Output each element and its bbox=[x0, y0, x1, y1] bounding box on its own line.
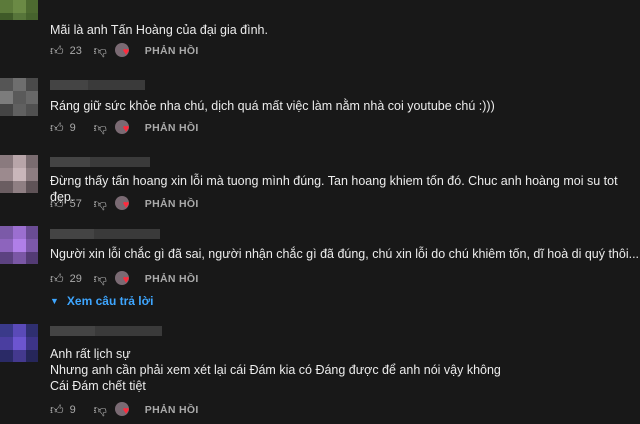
avatar[interactable] bbox=[0, 226, 38, 264]
like-count: 9 bbox=[69, 122, 76, 134]
heart-icon: ♥ bbox=[122, 199, 130, 211]
creator-heart: ♥ bbox=[114, 120, 135, 136]
creator-heart: ♥ bbox=[114, 43, 135, 59]
avatar[interactable] bbox=[0, 155, 38, 193]
reply-button[interactable]: PHẢN HỒI bbox=[145, 45, 199, 57]
comment-actions: 👍︎ 23 👎︎ ♥ PHẢN HỒI bbox=[50, 43, 199, 59]
comment-actions: 👍︎ 29 👎︎ ♥ PHẢN HỒI bbox=[50, 271, 199, 287]
comment-text: Người xin lỗi chắc gì đã sai, người nhận… bbox=[50, 247, 640, 261]
reply-button[interactable]: PHẢN HỒI bbox=[145, 404, 199, 416]
view-replies-button[interactable]: ▼ Xem câu trả lời bbox=[50, 294, 154, 308]
comment-text: Mãi là anh Tấn Hoàng của đại gia đình. bbox=[50, 23, 268, 37]
thumbs-down-icon[interactable]: 👎︎ bbox=[94, 120, 107, 136]
thumbs-down-icon[interactable]: 👎︎ bbox=[94, 43, 107, 59]
thumbs-up-icon[interactable]: 👍︎ bbox=[50, 120, 64, 136]
creator-heart: ♥ bbox=[114, 402, 135, 418]
thumbs-up-icon[interactable]: 👍︎ bbox=[50, 196, 64, 212]
author-name[interactable] bbox=[50, 157, 150, 167]
like-count: 57 bbox=[69, 198, 82, 210]
thumbs-up-icon[interactable]: 👍︎ bbox=[50, 43, 64, 59]
creator-heart: ♥ bbox=[114, 271, 135, 287]
thumbs-down-icon[interactable]: 👎︎ bbox=[94, 196, 107, 212]
comment-text: Anh rất lịch sự Nhưng anh cần phải xem x… bbox=[50, 347, 501, 393]
thumbs-up-icon[interactable]: 👍︎ bbox=[50, 271, 64, 287]
thumbs-down-icon[interactable]: 👎︎ bbox=[94, 271, 107, 287]
like-count: 9 bbox=[69, 404, 76, 416]
thumbs-down-icon[interactable]: 👎︎ bbox=[94, 402, 107, 418]
author-name[interactable] bbox=[50, 229, 160, 239]
reply-button[interactable]: PHẢN HỒI bbox=[145, 122, 199, 134]
comment-actions: 👍︎ 9 👎︎ ♥ PHẢN HỒI bbox=[50, 402, 199, 418]
reply-button[interactable]: PHẢN HỒI bbox=[145, 273, 199, 285]
like-count: 23 bbox=[69, 45, 82, 57]
comment-actions: 👍︎ 9 👎︎ ♥ PHẢN HỒI bbox=[50, 120, 199, 136]
heart-icon: ♥ bbox=[122, 46, 130, 58]
reply-button[interactable]: PHẢN HỒI bbox=[145, 198, 199, 210]
thumbs-up-icon[interactable]: 👍︎ bbox=[50, 402, 64, 418]
avatar[interactable] bbox=[0, 78, 38, 116]
heart-icon: ♥ bbox=[122, 274, 130, 286]
comment-actions: 👍︎ 57 👎︎ ♥ PHẢN HỒI bbox=[50, 196, 199, 212]
creator-heart: ♥ bbox=[114, 196, 135, 212]
like-count: 29 bbox=[69, 273, 82, 285]
author-name[interactable] bbox=[50, 326, 162, 336]
heart-icon: ♥ bbox=[122, 405, 130, 417]
avatar[interactable] bbox=[0, 324, 38, 362]
avatar[interactable] bbox=[0, 0, 38, 20]
chevron-down-icon: ▼ bbox=[50, 296, 59, 306]
comment-text: Ráng giữ sức khỏe nha chú, dịch quá mất … bbox=[50, 99, 495, 113]
view-replies-label: Xem câu trả lời bbox=[66, 294, 154, 308]
heart-icon: ♥ bbox=[122, 123, 130, 135]
author-name[interactable] bbox=[50, 80, 145, 90]
